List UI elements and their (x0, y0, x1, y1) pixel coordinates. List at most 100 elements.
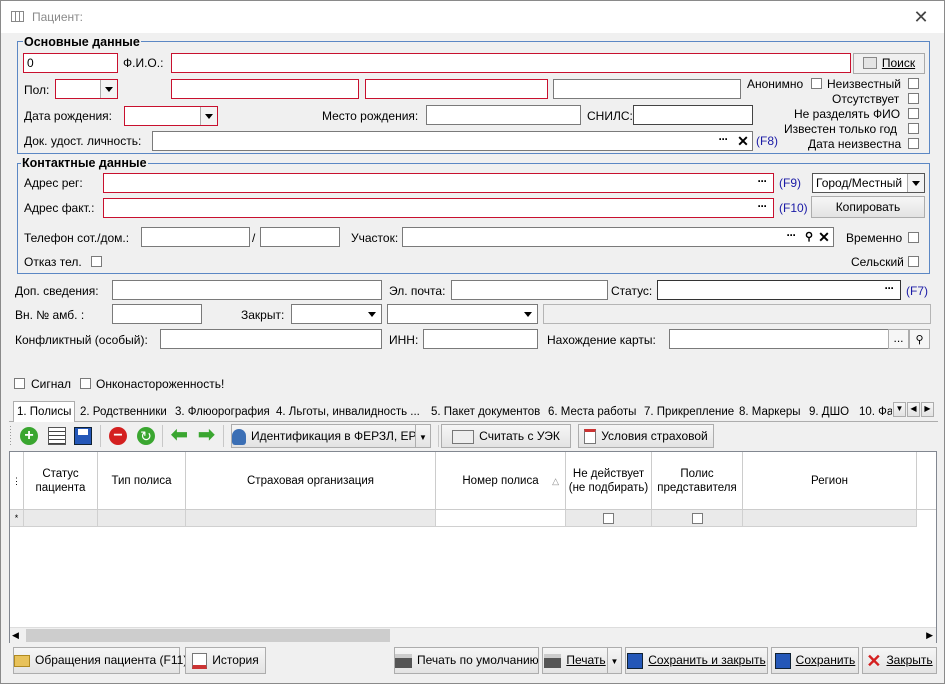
appeals-button[interactable]: Обращения пациента (F11) (13, 647, 187, 674)
refresh-icon[interactable]: ↻ (137, 427, 155, 445)
chevron-down-icon[interactable] (520, 305, 537, 323)
inactive-checkbox[interactable] (603, 513, 614, 524)
scroll-right-icon[interactable]: ▶ (926, 630, 933, 641)
add-info-field[interactable] (112, 280, 382, 300)
arrow-right-icon[interactable]: ➡ (198, 425, 216, 445)
lastname-field[interactable] (171, 53, 851, 73)
anonymous-checkbox[interactable] (811, 78, 822, 89)
column-header-policy-type[interactable]: Тип полиса (98, 452, 186, 510)
chevron-down-icon[interactable] (364, 305, 381, 323)
tab-scroll-right-button[interactable]: ▶ (921, 402, 934, 417)
inn-field[interactable] (423, 329, 538, 349)
read-uek-button[interactable]: Считать с УЭК (441, 424, 571, 448)
save-icon[interactable] (74, 427, 92, 445)
new-row-inactive-cell[interactable] (566, 510, 652, 527)
ellipsis-button[interactable]: ··· (713, 132, 733, 150)
gender-select[interactable] (55, 79, 118, 99)
mobile-phone-field[interactable] (141, 227, 250, 247)
closed-reason-select[interactable] (387, 304, 538, 324)
ellipsis-button[interactable]: ··· (752, 174, 772, 192)
tab-markers[interactable]: 8. Маркеры (735, 403, 805, 421)
clear-icon[interactable]: ✕ (735, 132, 751, 150)
chevron-down-icon[interactable] (200, 107, 217, 125)
new-row-indicator[interactable]: * (10, 510, 24, 527)
fact-address-field[interactable]: ··· (103, 198, 774, 218)
close-button[interactable]: ✕ Закрыть (862, 647, 937, 674)
add-icon[interactable]: + (20, 427, 38, 445)
new-row-region-cell[interactable] (743, 510, 917, 527)
status-field[interactable]: ··· (657, 280, 901, 300)
scrollbar-thumb[interactable] (26, 629, 390, 642)
chevron-down-icon[interactable] (100, 80, 117, 98)
chevron-down-icon[interactable] (907, 174, 924, 192)
patient-id-field[interactable]: 0 (23, 53, 118, 73)
close-window-button[interactable]: ✕ (907, 4, 935, 30)
clear-icon[interactable]: ✕ (816, 228, 832, 246)
column-header-insurer[interactable]: Страховая организация (186, 452, 436, 510)
card-location-search-button[interactable]: ⚲ (909, 329, 930, 349)
ellipsis-button[interactable]: ··· (879, 281, 899, 299)
new-row-status-cell[interactable] (24, 510, 98, 527)
ellipsis-button[interactable]: ··· (752, 199, 772, 217)
amb-no-field[interactable] (112, 304, 202, 324)
tab-relatives[interactable]: 2. Родственники (76, 403, 171, 421)
no-split-fio-checkbox[interactable] (908, 108, 919, 119)
column-header-representative[interactable]: Полис представителя (652, 452, 743, 510)
birthdate-picker[interactable] (124, 106, 218, 126)
tab-workplaces[interactable]: 6. Места работы (544, 403, 640, 421)
copy-address-button[interactable]: Копировать (811, 196, 925, 218)
absent-checkbox[interactable] (908, 93, 919, 104)
tab-policies[interactable]: 1. Полисы (13, 401, 76, 422)
column-header-policy-number[interactable]: Номер полиса △ (436, 452, 566, 510)
signal-checkbox[interactable] (14, 378, 25, 389)
temporary-checkbox[interactable] (908, 232, 919, 243)
search-icon[interactable]: ⚲ (801, 228, 817, 246)
reg-address-field[interactable]: ··· (103, 173, 774, 193)
new-row-policy-type-cell[interactable] (98, 510, 186, 527)
tab-scroll-down-button[interactable]: ▼ (893, 402, 906, 417)
insurance-terms-button[interactable]: Условия страховой (578, 424, 714, 448)
print-dropdown-button[interactable]: ▼ (607, 647, 622, 674)
history-button[interactable]: История (185, 647, 266, 674)
snils-field[interactable] (633, 105, 753, 125)
extra-name-field[interactable] (553, 79, 741, 99)
tab-fluorography[interactable]: 3. Флюорография (171, 403, 274, 421)
tab-dsho[interactable]: 9. ДШО (805, 403, 853, 421)
refuse-phone-checkbox[interactable] (91, 256, 102, 267)
representative-checkbox[interactable] (692, 513, 703, 524)
edit-list-icon[interactable] (48, 427, 66, 445)
firstname-field[interactable] (171, 79, 359, 99)
ellipsis-button[interactable]: ··· (781, 228, 801, 246)
card-location-field[interactable] (669, 329, 889, 349)
identify-ferzl-dropdown[interactable]: ▼ (415, 424, 431, 448)
save-and-close-button[interactable]: Сохранить и закрыть (625, 647, 768, 674)
home-phone-field[interactable] (260, 227, 340, 247)
new-row-insurer-cell[interactable] (186, 510, 436, 527)
horizontal-scrollbar[interactable]: ◀ ▶ (10, 627, 936, 643)
city-select[interactable]: Город/Местный (812, 173, 925, 193)
remove-icon[interactable]: − (109, 427, 127, 445)
unknown-checkbox[interactable] (908, 78, 919, 89)
new-row-representative-cell[interactable] (652, 510, 743, 527)
area-field[interactable]: ··· ⚲ ✕ (402, 227, 834, 247)
closed-select[interactable] (291, 304, 382, 324)
tab-scroll-left-button[interactable]: ◀ (907, 402, 920, 417)
arrow-left-icon[interactable]: ⬅ (171, 425, 189, 445)
id-doc-field[interactable]: ··· ✕ (152, 131, 753, 151)
column-header-region[interactable]: Регион (743, 452, 917, 510)
print-default-button[interactable]: Печать по умолчанию (394, 647, 539, 674)
tab-benefits[interactable]: 4. Льготы, инвалидность ... (272, 403, 424, 421)
column-header-inactive[interactable]: Не действует (не подбирать) (566, 452, 652, 510)
scroll-left-icon[interactable]: ◀ (12, 630, 19, 641)
middlename-field[interactable] (365, 79, 548, 99)
save-button[interactable]: Сохранить (771, 647, 859, 674)
birthplace-field[interactable] (426, 105, 581, 125)
oncology-checkbox[interactable] (80, 378, 91, 389)
print-button[interactable]: Печать (542, 647, 608, 674)
new-row-policy-number-cell[interactable] (436, 510, 566, 527)
email-field[interactable] (451, 280, 608, 300)
tab-documents[interactable]: 5. Пакет документов (427, 403, 544, 421)
column-header-status[interactable]: Статус пациента (24, 452, 98, 510)
card-location-ellipsis-button[interactable]: ... (888, 329, 909, 349)
conflict-field[interactable] (160, 329, 382, 349)
